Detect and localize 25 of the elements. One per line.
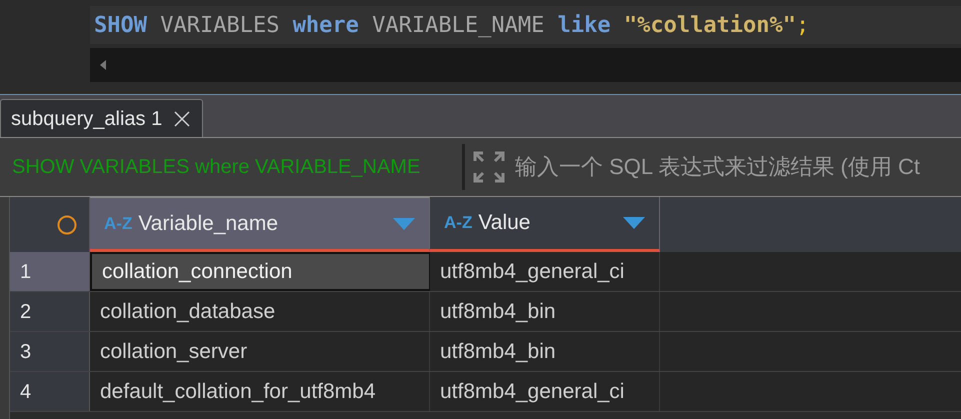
table-cell: utf8mb4_general_ci bbox=[430, 372, 660, 411]
table-cell: utf8mb4_bin bbox=[430, 332, 660, 371]
row-number[interactable]: 2 bbox=[10, 292, 90, 331]
dropdown-caret-icon[interactable] bbox=[393, 218, 415, 230]
row-number[interactable]: 1 bbox=[10, 252, 90, 291]
table-cell: collation_connection bbox=[90, 252, 430, 291]
scroll-left-icon[interactable] bbox=[100, 60, 106, 70]
table-cell: utf8mb4_general_ci bbox=[430, 252, 660, 291]
expand-icon[interactable] bbox=[473, 151, 505, 183]
horizontal-scrollbar[interactable] bbox=[90, 48, 961, 82]
row-number[interactable]: 3 bbox=[10, 332, 90, 371]
table-cell: default_collation_for_utf8mb4 bbox=[90, 372, 430, 411]
dropdown-caret-icon[interactable] bbox=[623, 217, 645, 229]
filter-input[interactable]: 输入一个 SQL 表达式来过滤结果 (使用 Ct bbox=[515, 138, 961, 196]
table-cell: collation_database bbox=[90, 292, 430, 331]
column-header[interactable]: A-Z Value bbox=[430, 197, 660, 252]
close-icon[interactable] bbox=[174, 110, 190, 126]
sort-az-icon: A-Z bbox=[444, 210, 472, 236]
sort-az-icon: A-Z bbox=[104, 210, 132, 236]
circle-icon bbox=[57, 214, 77, 234]
table-cell: utf8mb4_bin bbox=[430, 292, 660, 331]
column-header[interactable]: A-Z Variable_name bbox=[90, 197, 430, 252]
table-cell: collation_server bbox=[90, 332, 430, 371]
result-tab[interactable]: subquery_alias 1 bbox=[0, 99, 204, 137]
row-number[interactable]: 4 bbox=[10, 372, 90, 411]
